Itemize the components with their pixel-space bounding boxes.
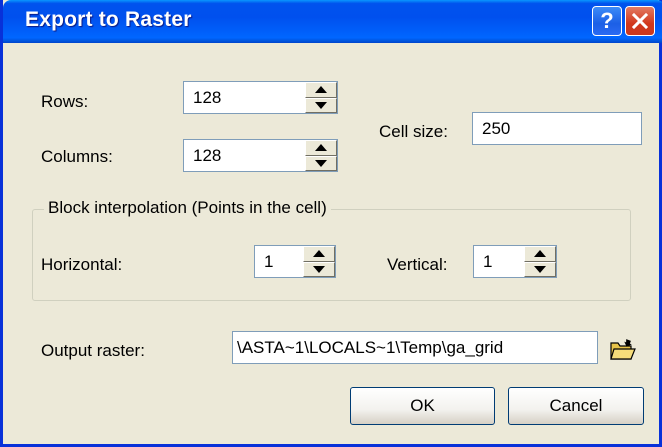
vertical-spinner[interactable] bbox=[524, 246, 556, 277]
horizontal-spin-down-button[interactable] bbox=[303, 261, 335, 277]
horizontal-spin-up-button[interactable] bbox=[303, 246, 335, 262]
horizontal-spinner[interactable] bbox=[303, 246, 335, 277]
arrow-up-icon bbox=[315, 86, 327, 94]
cell-size-input[interactable]: 250 bbox=[472, 112, 642, 145]
rows-spin-up-button[interactable] bbox=[305, 82, 337, 98]
rows-spin-down-button[interactable] bbox=[305, 97, 337, 113]
folder-open-icon bbox=[610, 338, 636, 360]
columns-spinner[interactable] bbox=[305, 140, 337, 171]
arrow-up-icon bbox=[534, 250, 546, 258]
browse-button[interactable] bbox=[605, 332, 641, 367]
cell-size-label: Cell size: bbox=[379, 122, 448, 141]
close-icon bbox=[631, 12, 649, 30]
cancel-button[interactable]: Cancel bbox=[508, 387, 644, 425]
arrow-down-icon bbox=[315, 159, 327, 167]
block-interpolation-title: Block interpolation (Points in the cell) bbox=[44, 198, 331, 218]
output-raster-label: Output raster: bbox=[41, 341, 145, 360]
ok-button[interactable]: OK bbox=[350, 387, 495, 425]
columns-spin-down-button[interactable] bbox=[305, 155, 337, 171]
columns-spin-up-button[interactable] bbox=[305, 140, 337, 156]
arrow-up-icon bbox=[313, 250, 325, 258]
title-bar[interactable]: Export to Raster ? bbox=[3, 0, 662, 43]
export-to-raster-dialog: Export to Raster ? Rows: 128 Columns: 12… bbox=[0, 0, 662, 447]
arrow-down-icon bbox=[534, 265, 546, 273]
rows-label: Rows: bbox=[41, 92, 89, 111]
vertical-spin-up-button[interactable] bbox=[524, 246, 556, 262]
arrow-down-icon bbox=[313, 265, 325, 273]
help-icon: ? bbox=[600, 8, 614, 33]
rows-spinner[interactable] bbox=[305, 82, 337, 113]
columns-label: Columns: bbox=[41, 147, 113, 166]
vertical-label: Vertical: bbox=[387, 255, 448, 274]
vertical-spin-down-button[interactable] bbox=[524, 261, 556, 277]
help-button[interactable]: ? bbox=[592, 6, 622, 36]
arrow-up-icon bbox=[315, 144, 327, 152]
close-button[interactable] bbox=[625, 6, 655, 36]
arrow-down-icon bbox=[315, 101, 327, 109]
output-raster-input[interactable]: \ASTA~1\LOCALS~1\Temp\ga_grid bbox=[232, 331, 598, 364]
dialog-title: Export to Raster bbox=[25, 8, 192, 31]
horizontal-label: Horizontal: bbox=[41, 255, 123, 274]
